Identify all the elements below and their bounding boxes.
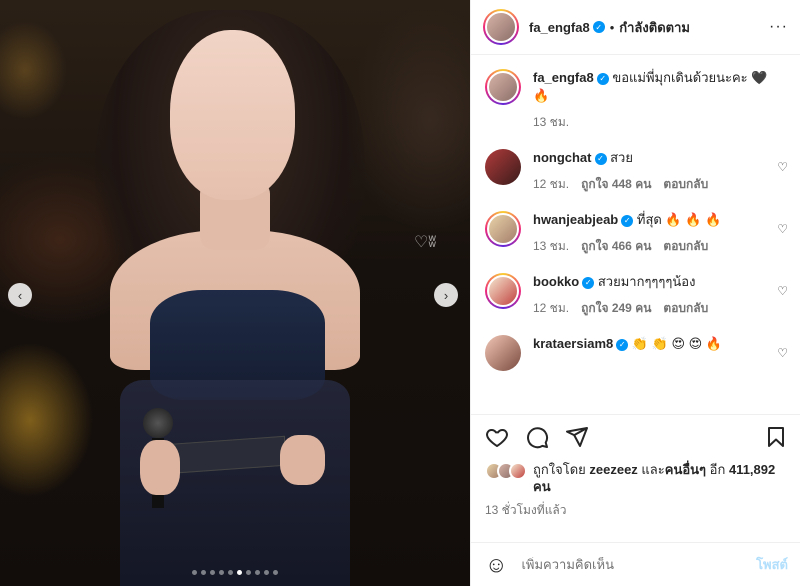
- comments-list[interactable]: fa_engfa8 ✓ ขอแม่พี่มุกเดินด้วยนะคะ 🖤 🔥 1…: [471, 55, 800, 414]
- commenter-avatar[interactable]: [485, 273, 521, 309]
- post-side-panel: fa_engfa8 ✓ • กำลังติดตาม ··· fa_engfa8 ✓…: [470, 0, 800, 586]
- carousel-dot: [210, 570, 215, 575]
- photo-hand-right: [280, 435, 325, 485]
- carousel-dot: [246, 570, 251, 575]
- carousel-dot: [201, 570, 206, 575]
- carousel-dot: [264, 570, 269, 575]
- comment-like-heart-icon[interactable]: ♡: [777, 284, 788, 298]
- carousel-dot: [219, 570, 224, 575]
- caption: fa_engfa8 ✓ ขอแม่พี่มุกเดินด้วยนะคะ 🖤 🔥 1…: [485, 69, 788, 131]
- likes-count-prefix: อีก: [709, 462, 726, 477]
- photo-face: [170, 30, 295, 200]
- commenter-avatar[interactable]: [485, 335, 521, 371]
- comment-text: ที่สุด 🔥 🔥 🔥: [636, 212, 722, 227]
- likes-joiner: และ: [641, 462, 665, 477]
- verified-badge-icon: ✓: [594, 152, 607, 165]
- comment-bubble-icon[interactable]: [525, 425, 549, 454]
- share-paper-plane-icon[interactable]: [565, 425, 589, 454]
- verified-badge-icon: ✓: [621, 214, 634, 227]
- comment-likes[interactable]: ถูกใจ 448 คน: [581, 175, 651, 193]
- carousel-dot: [255, 570, 260, 575]
- add-comment-bar: ☺ โพสต์: [471, 542, 800, 586]
- comment-likes[interactable]: ถูกใจ 466 คน: [581, 237, 651, 255]
- likes-prefix: ถูกใจโดย: [533, 462, 586, 477]
- photo-hand-left: [140, 440, 180, 495]
- next-slide-button[interactable]: ›: [434, 283, 458, 307]
- verified-badge-icon: ✓: [582, 276, 595, 289]
- header-separator: •: [609, 19, 615, 35]
- carousel-dot: [273, 570, 278, 575]
- comment-like-heart-icon[interactable]: ♡: [777, 160, 788, 174]
- comment-item: bookko ✓ สวยมากๆๆๆๆน้อง 12 ชม. ถูกใจ 249 …: [485, 273, 788, 317]
- comment-text: 👏 👏 😍 😍 🔥: [631, 336, 722, 351]
- bookmark-icon[interactable]: [764, 425, 788, 454]
- post-header: fa_engfa8 ✓ • กำลังติดตาม ···: [471, 0, 800, 55]
- author-username[interactable]: fa_engfa8: [529, 20, 590, 35]
- comment-item: hwanjeabjeab ✓ ที่สุด 🔥 🔥 🔥 13 ชม. ถูกใจ …: [485, 211, 788, 255]
- caption-username[interactable]: fa_engfa8: [533, 70, 594, 85]
- post-media[interactable]: ♡ʬ ‹ ›: [0, 0, 470, 586]
- commenter-username[interactable]: hwanjeabjeab: [533, 212, 618, 227]
- liker-username[interactable]: zeezeez: [589, 462, 637, 477]
- previous-slide-button[interactable]: ‹: [8, 283, 32, 307]
- commenter-avatar[interactable]: [485, 211, 521, 247]
- caption-time[interactable]: 13 ชม.: [533, 113, 569, 131]
- comment-like-heart-icon[interactable]: ♡: [777, 346, 788, 360]
- commenter-avatar[interactable]: [485, 149, 521, 185]
- reply-button[interactable]: ตอบกลับ: [663, 299, 708, 317]
- comment-item: nongchat ✓ สวย 12 ชม. ถูกใจ 448 คน ตอบกลั…: [485, 149, 788, 193]
- author-avatar[interactable]: [483, 9, 519, 45]
- comment-time[interactable]: 12 ชม.: [533, 299, 569, 317]
- likes-summary[interactable]: ถูกใจโดย zeezeez และคนอื่นๆ อีก 411,892 …: [485, 461, 788, 495]
- instagram-post: ♡ʬ ‹ › fa_engfa8 ✓ • กำลังติดตาม ··· fa_…: [0, 0, 800, 586]
- commenter-username[interactable]: krataersiam8: [533, 336, 613, 351]
- likes-others[interactable]: คนอื่นๆ: [665, 462, 706, 477]
- comment-text: สวยมากๆๆๆๆน้อง: [597, 274, 696, 289]
- carousel-dot: [192, 570, 197, 575]
- carousel-dot: [228, 570, 233, 575]
- carousel-dots: [0, 570, 470, 575]
- carousel-dot: [237, 570, 242, 575]
- comment-time[interactable]: 12 ชม.: [533, 175, 569, 193]
- watermark-logo: ♡ʬ: [414, 234, 437, 251]
- commenter-username[interactable]: nongchat: [533, 150, 592, 165]
- verified-badge-icon: ✓: [592, 21, 605, 33]
- caption-avatar[interactable]: [485, 69, 521, 105]
- reply-button[interactable]: ตอบกลับ: [663, 175, 708, 193]
- post-comment-button[interactable]: โพสต์: [756, 554, 788, 575]
- commenter-username[interactable]: bookko: [533, 274, 579, 289]
- like-heart-icon[interactable]: [485, 425, 509, 454]
- comment-input[interactable]: [521, 557, 757, 572]
- post-actions: ถูกใจโดย zeezeez และคนอื่นๆ อีก 411,892 …: [471, 414, 800, 542]
- comment-like-heart-icon[interactable]: ♡: [777, 222, 788, 236]
- post-time-ago[interactable]: 13 ชั่วโมงที่แล้ว: [485, 501, 788, 520]
- comment-item: krataersiam8 ✓ 👏 👏 😍 😍 🔥 ♡: [485, 335, 788, 371]
- reply-button[interactable]: ตอบกลับ: [663, 237, 708, 255]
- comment-likes[interactable]: ถูกใจ 249 คน: [581, 299, 651, 317]
- comment-text: สวย: [610, 150, 633, 165]
- more-options-icon[interactable]: ···: [769, 18, 788, 36]
- verified-badge-icon: ✓: [596, 72, 609, 85]
- verified-badge-icon: ✓: [616, 338, 629, 351]
- following-button[interactable]: กำลังติดตาม: [619, 17, 690, 38]
- liker-avatars: [485, 462, 527, 480]
- comment-time[interactable]: 13 ชม.: [533, 237, 569, 255]
- emoji-smiley-icon[interactable]: ☺: [485, 552, 507, 578]
